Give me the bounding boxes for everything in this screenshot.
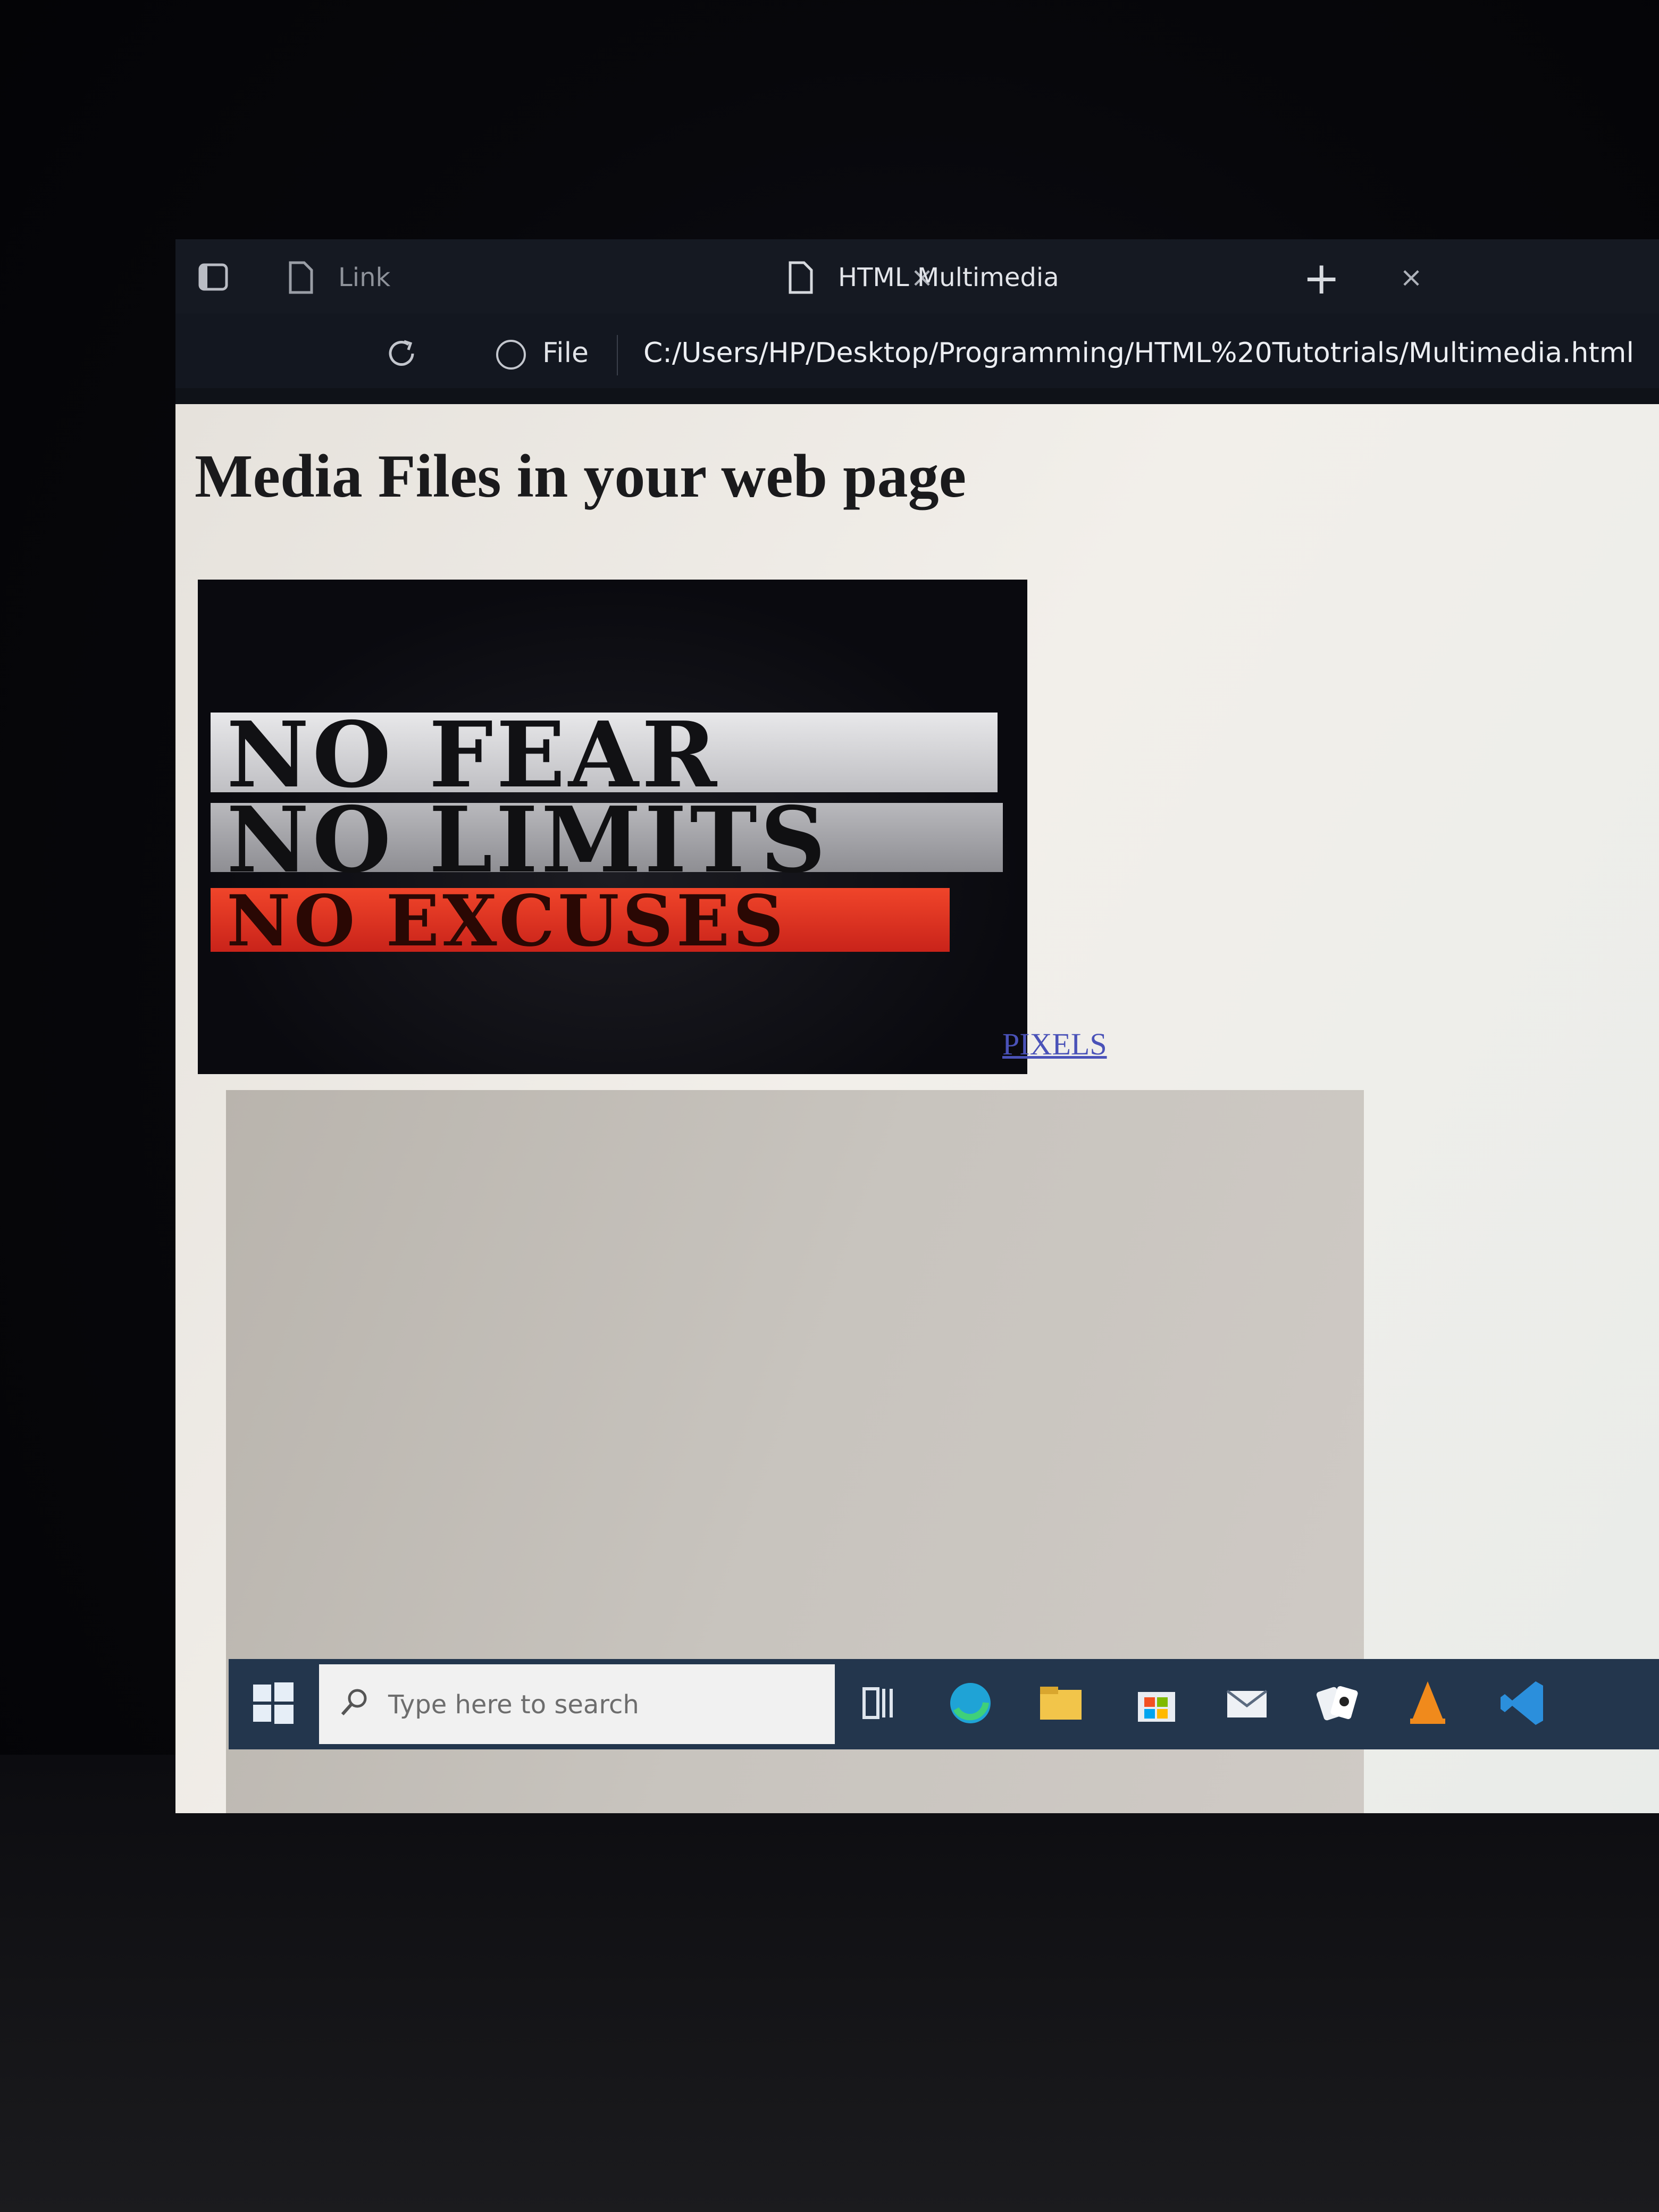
search-icon [341, 1689, 367, 1716]
new-tab-button[interactable]: + [1303, 256, 1340, 300]
browser-window: Link × HTML Multimedia × + File C:/Users… [175, 239, 1659, 1813]
address-bar: File C:/Users/HP/Desktop/Programming/HTM… [175, 314, 1659, 388]
taskbar: Type here to search [229, 1659, 1659, 1749]
edge-icon[interactable] [941, 1674, 1000, 1732]
monitor-bezel [0, 1755, 1659, 2212]
mail-icon[interactable] [1218, 1674, 1276, 1732]
tab-label: HTML Multimedia [838, 263, 1059, 292]
tab-label: Link [338, 263, 391, 292]
poster-text-line: NO LIMITS [211, 795, 1003, 885]
solitaire-icon[interactable] [1308, 1674, 1367, 1732]
no-fear-image: NO FEAR NO LIMITS NO EXCUSES [198, 580, 1027, 1074]
close-tab-icon[interactable]: × [1397, 264, 1425, 291]
document-icon [289, 261, 313, 294]
scheme-label: File [542, 337, 589, 369]
tab-bar: Link × HTML Multimedia × + [175, 239, 1659, 314]
reload-icon[interactable] [383, 335, 420, 372]
pixels-link[interactable]: PIXELS [1002, 1026, 1107, 1062]
file-explorer-icon[interactable] [1032, 1674, 1090, 1732]
vlc-icon[interactable] [1398, 1674, 1457, 1732]
tab-html-multimedia[interactable]: HTML Multimedia × [787, 251, 1441, 304]
search-placeholder: Type here to search [388, 1690, 639, 1720]
tab-actions-icon[interactable] [198, 262, 229, 292]
poster-text-line: NO EXCUSES [211, 886, 950, 957]
taskbar-search-box[interactable]: Type here to search [319, 1664, 835, 1744]
poster-text-line: NO FEAR [211, 710, 998, 800]
start-icon[interactable] [250, 1680, 296, 1726]
page-heading: Media Files in your web page [195, 442, 967, 510]
document-icon [789, 261, 813, 294]
url-field[interactable]: C:/Users/HP/Desktop/Programming/HTML%20T… [643, 337, 1634, 369]
site-info-icon[interactable] [495, 338, 527, 371]
store-icon[interactable] [1127, 1674, 1186, 1732]
task-view-icon[interactable] [851, 1674, 909, 1732]
page-viewport: Media Files in your web page NO FEAR NO … [175, 404, 1659, 1813]
vscode-icon[interactable] [1494, 1674, 1553, 1732]
address-separator [617, 335, 618, 375]
